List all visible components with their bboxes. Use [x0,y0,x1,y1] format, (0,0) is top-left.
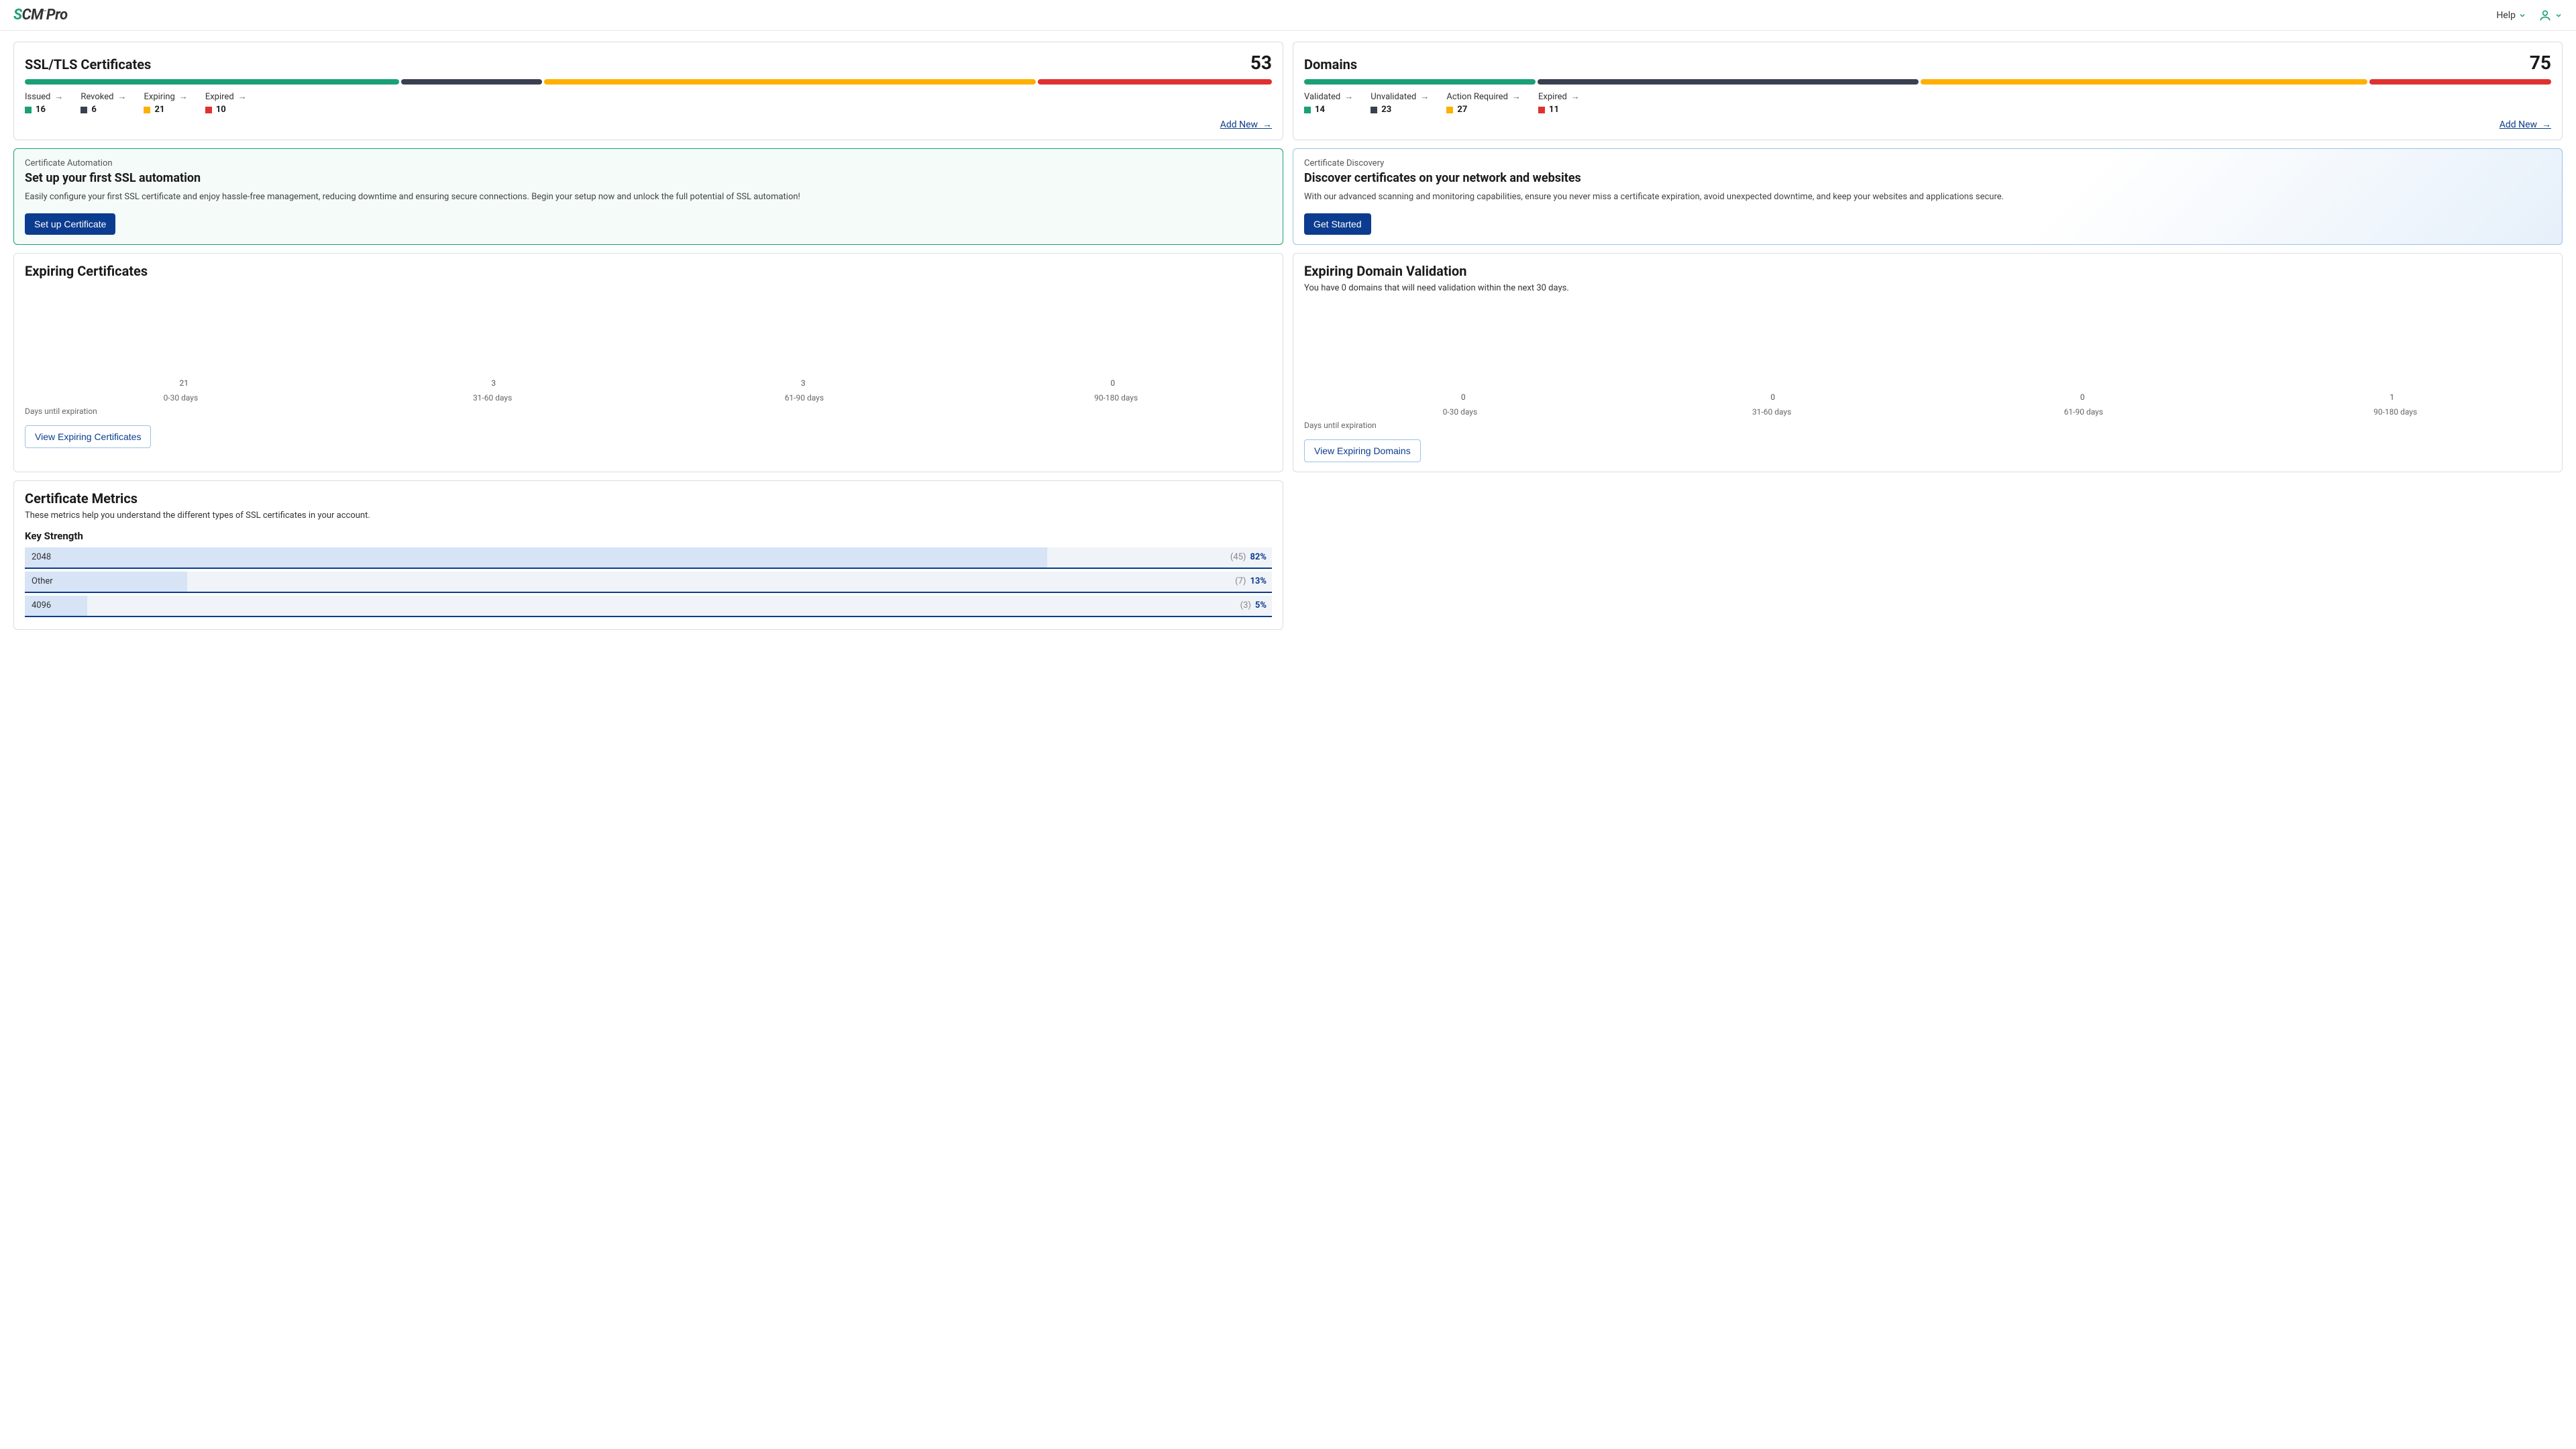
domains-total: 75 [2530,52,2551,74]
setup-certificate-button[interactable]: Set up Certificate [25,213,115,235]
chevron-down-icon [2518,11,2526,19]
expiring-certs-chart: 21330 [25,288,1272,389]
expiring-domains-title: Expiring Domain Validation [1304,263,2551,279]
domains-legend-unvalidated[interactable]: Unvalidated→ 23 [1371,91,1429,115]
expiring-certs-axis: Days until expiration [25,407,1272,416]
metrics-title: Certificate Metrics [25,490,1272,506]
view-expiring-certificates-button[interactable]: View Expiring Certificates [25,425,151,448]
automation-desc: Easily configure your first SSL certific… [25,191,1122,204]
ssl-legend-expiring[interactable]: Expiring→ 21 [144,91,187,115]
domains-legend-action-required[interactable]: Action Required→ 27 [1446,91,1521,115]
discovery-title: Discover certificates on your network an… [1304,171,2551,185]
domains-title: Domains [1304,56,1357,72]
ssl-legend-expired[interactable]: Expired→ 10 [205,91,247,115]
help-menu[interactable]: Help [2496,10,2526,21]
key-strength-row[interactable]: Other(7)13% [25,572,1272,593]
domains-legend: Validated→ 14 Unvalidated→ 23 Action Req… [1304,91,2551,115]
key-strength-heading: Key Strength [25,530,1272,542]
automation-title: Set up your first SSL automation [25,171,1272,185]
expiring-domains-axis: Days until expiration [1304,421,2551,430]
ssl-legend: Issued→ 16 Revoked→ 6 Expiring→ 21 Expir… [25,91,1272,115]
ssl-summary-card: SSL/TLS Certificates 53 Issued→ 16 Revok… [13,42,1283,140]
automation-kicker: Certificate Automation [25,158,1272,168]
ssl-legend-issued[interactable]: Issued→ 16 [25,91,63,115]
user-menu[interactable] [2538,9,2563,22]
key-strength-row[interactable]: 4096(3)5% [25,596,1272,617]
expiring-certificates-card: Expiring Certificates 21330 0-30 days31-… [13,253,1283,472]
discovery-promo-card: Certificate Discovery Discover certifica… [1293,148,2563,245]
domains-add-new-link[interactable]: Add New → [2500,119,2551,130]
logo: SCM™Pro [13,7,68,23]
ssl-total: 53 [1250,52,1272,74]
metrics-desc: These metrics help you understand the di… [25,511,1272,521]
expiring-domains-note: You have 0 domains that will need valida… [1304,283,2551,293]
app-header: SCM™Pro Help [0,0,2576,31]
view-expiring-domains-button[interactable]: View Expiring Domains [1304,439,1421,462]
ssl-status-bar [25,79,1272,85]
chevron-down-icon [2555,11,2563,19]
user-icon [2538,9,2552,22]
domains-legend-expired[interactable]: Expired→ 11 [1538,91,1580,115]
domains-status-bar [1304,79,2551,85]
automation-promo-card: Certificate Automation Set up your first… [13,148,1283,245]
help-label: Help [2496,10,2516,21]
domains-summary-card: Domains 75 Validated→ 14 Unvalidated→ 23 [1293,42,2563,140]
get-started-button[interactable]: Get Started [1304,213,1371,235]
certificate-metrics-card: Certificate Metrics These metrics help y… [13,480,1283,630]
discovery-kicker: Certificate Discovery [1304,158,2551,168]
ssl-legend-revoked[interactable]: Revoked→ 6 [80,91,126,115]
expiring-domains-card: Expiring Domain Validation You have 0 do… [1293,253,2563,472]
expiring-domains-chart: 0001 [1304,303,2551,403]
ssl-title: SSL/TLS Certificates [25,56,151,72]
discovery-desc: With our advanced scanning and monitorin… [1304,191,2402,204]
domains-legend-validated[interactable]: Validated→ 14 [1304,91,1353,115]
expiring-certs-title: Expiring Certificates [25,263,1272,279]
ssl-add-new-link[interactable]: Add New → [1220,119,1272,130]
key-strength-row[interactable]: 2048(45)82% [25,547,1272,569]
